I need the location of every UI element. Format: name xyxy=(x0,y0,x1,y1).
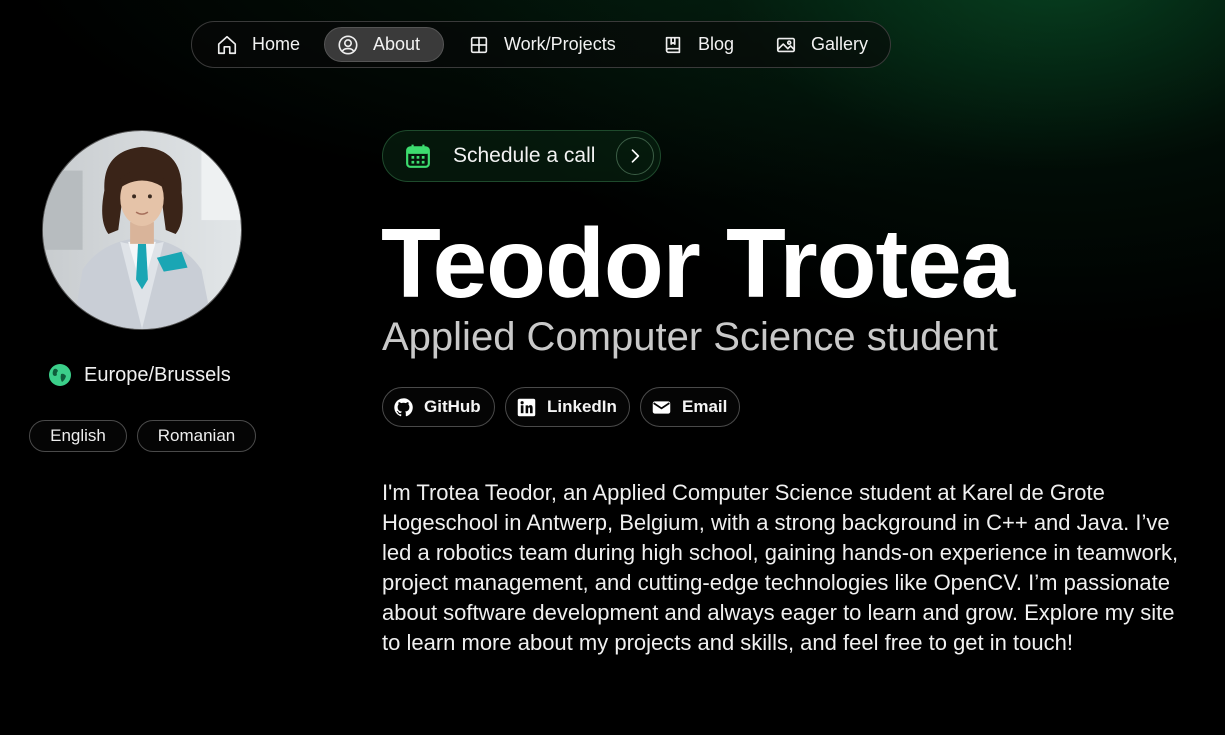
github-label: GitHub xyxy=(424,397,481,416)
linkedin-button[interactable]: LinkedIn xyxy=(505,387,630,427)
nav-blog-label: Blog xyxy=(698,34,735,54)
schedule-call-label: Schedule a call xyxy=(453,144,596,167)
language-label: Romanian xyxy=(157,426,236,445)
nav-home-label: Home xyxy=(252,34,301,54)
top-nav: Home About Work/Projects Blog Gallery xyxy=(191,21,891,68)
location-label: Europe/Brussels xyxy=(84,363,231,386)
page: Home About Work/Projects Blog Gallery Eu… xyxy=(0,0,1225,735)
user-circle-icon xyxy=(337,34,359,56)
nav-work-projects[interactable]: Work/Projects xyxy=(456,27,630,62)
avatar-photo xyxy=(43,131,241,329)
email-button[interactable]: Email xyxy=(640,387,740,427)
nav-gallery-label: Gallery xyxy=(811,34,869,54)
language-badge-english: English xyxy=(29,420,127,452)
grid-icon xyxy=(468,34,490,56)
book-icon xyxy=(662,34,684,56)
nav-work-projects-label: Work/Projects xyxy=(504,34,616,54)
language-label: English xyxy=(50,426,106,445)
role-subtitle: Applied Computer Science student xyxy=(382,315,998,359)
email-label: Email xyxy=(682,397,728,416)
globe-icon xyxy=(49,364,71,386)
chevron-right-icon xyxy=(616,137,654,175)
calendar-icon xyxy=(406,144,430,168)
github-button[interactable]: GitHub xyxy=(382,387,495,427)
schedule-call-button[interactable]: Schedule a call xyxy=(382,130,661,182)
language-badge-romanian: Romanian xyxy=(137,420,256,452)
page-title: Teodor Trotea xyxy=(381,208,1015,318)
linkedin-label: LinkedIn xyxy=(547,397,617,416)
nav-blog[interactable]: Blog xyxy=(650,27,748,62)
nav-about[interactable]: About xyxy=(324,27,444,62)
github-icon xyxy=(393,397,414,418)
home-icon xyxy=(216,34,238,56)
nav-home[interactable]: Home xyxy=(204,27,314,62)
image-icon xyxy=(775,34,797,56)
bio-paragraph: I'm Trotea Teodor, an Applied Computer S… xyxy=(382,480,1179,655)
avatar xyxy=(42,130,242,330)
location: Europe/Brussels xyxy=(48,362,231,388)
linkedin-icon xyxy=(516,397,537,418)
nav-about-label: About xyxy=(373,34,421,54)
envelope-icon xyxy=(651,397,672,418)
nav-gallery[interactable]: Gallery xyxy=(763,27,882,62)
